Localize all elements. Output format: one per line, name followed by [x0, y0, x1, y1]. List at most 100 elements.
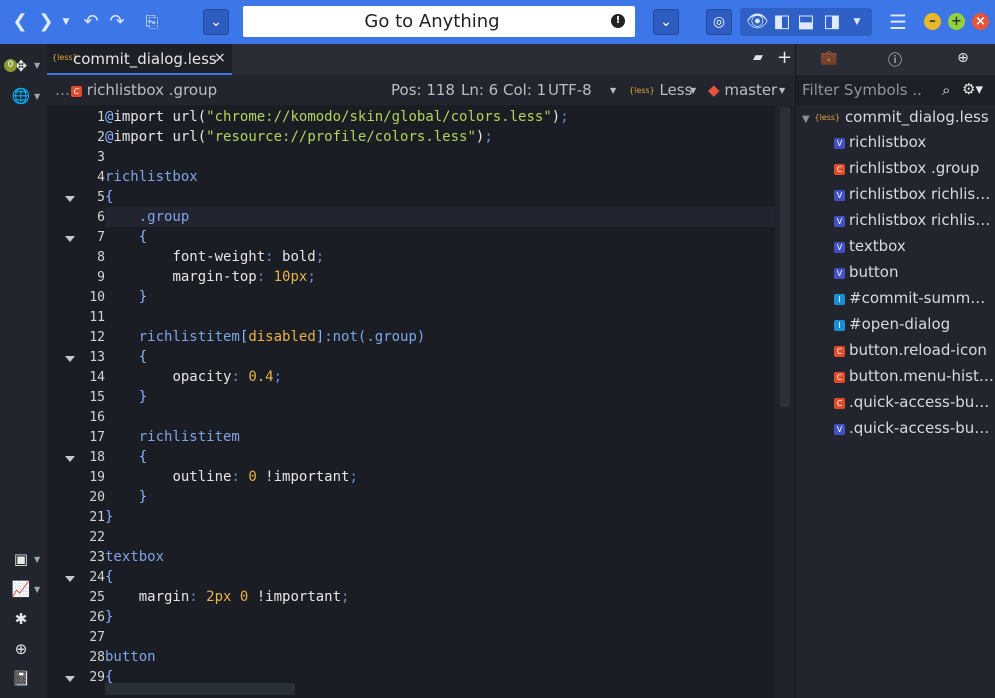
vertical-scrollbar[interactable]: [775, 105, 795, 698]
warning-icon: !: [611, 14, 625, 28]
forward-icon[interactable]: ❯: [36, 10, 56, 34]
symbol-item[interactable]: Cbutton.menu-histo...: [834, 367, 994, 385]
gear-icon[interactable]: ⚙▾: [962, 80, 983, 98]
search-icon[interactable]: ⌕: [942, 81, 950, 99]
symbol-label: richlistbox: [849, 133, 927, 151]
symbol-item[interactable]: Vrichlistbox richlistit...: [834, 211, 994, 229]
chart-icon[interactable]: 📈: [11, 579, 31, 599]
language-selector[interactable]: {less} Less: [629, 81, 692, 99]
chevron-down-icon[interactable]: ▼: [690, 86, 696, 95]
hamburger-menu-icon[interactable]: ☰: [886, 10, 910, 34]
symbol-item[interactable]: Vbutton: [834, 263, 994, 281]
fold-toggle-icon[interactable]: [65, 356, 75, 362]
code-token: ;: [315, 249, 325, 265]
chevron-down-icon[interactable]: ▼: [34, 585, 42, 594]
symbol-label: .quick-access-butt...: [849, 419, 994, 437]
line-number: 25: [89, 590, 105, 605]
fold-toggle-icon[interactable]: [65, 456, 75, 462]
code-area[interactable]: @import url("chrome://komodo/skin/global…: [105, 105, 775, 698]
chevron-down-icon[interactable]: ▼: [610, 86, 616, 95]
symbol-item[interactable]: Vtextbox: [834, 237, 994, 255]
branch-label: master: [724, 81, 778, 99]
bottom-pane-icon[interactable]: ⬓: [796, 10, 816, 34]
new-file-icon[interactable]: ⎘: [140, 10, 164, 34]
symbol-item[interactable]: Crichlistbox .group: [834, 159, 994, 177]
close-tab-icon[interactable]: ×: [214, 50, 226, 66]
code-token: ;: [484, 129, 493, 145]
back-icon[interactable]: ❮: [10, 10, 30, 34]
web-icon[interactable]: ⊕: [11, 639, 31, 659]
regex-icon[interactable]: ✱: [11, 609, 31, 629]
left-pane-icon[interactable]: ◧: [772, 10, 792, 34]
symbol-item[interactable]: Vrichlistbox richlistit...: [834, 185, 994, 203]
goto-dropdown-button[interactable]: ⌄: [203, 9, 229, 35]
code-line: {: [105, 567, 113, 587]
breadcrumb[interactable]: C richlistbox .group: [71, 81, 217, 99]
symbol-label: richlistbox richlistit...: [849, 211, 994, 229]
chevron-down-icon[interactable]: ▼: [779, 86, 785, 95]
filter-symbols-input[interactable]: Filter Symbols ..: [802, 81, 922, 99]
focus-mode-icon[interactable]: 👁: [746, 10, 769, 34]
code-intel-icon[interactable]: ⓘ: [884, 50, 906, 78]
line-number: 24: [89, 570, 105, 585]
chevron-down-icon[interactable]: ▼: [34, 92, 42, 101]
redo-icon[interactable]: ↷: [106, 10, 128, 34]
minimize-icon[interactable]: –: [924, 13, 941, 30]
disk-icon[interactable]: ◎: [706, 9, 732, 35]
line-number: 26: [89, 610, 105, 625]
toolbox-icon[interactable]: 💼: [818, 50, 840, 66]
right-pane-icon[interactable]: ◨: [822, 10, 842, 34]
horizontal-scrollbar[interactable]: [105, 683, 295, 695]
new-tab-icon[interactable]: +: [777, 47, 792, 68]
undo-icon[interactable]: ↶: [80, 10, 102, 34]
go-to-anything-input[interactable]: Go to Anything !: [243, 6, 635, 37]
symbol-item[interactable]: C .quick-access-butt...: [834, 393, 994, 411]
code-token: {: [138, 229, 148, 245]
line-number: 12: [89, 330, 105, 345]
line-number: 5: [97, 190, 105, 205]
ellipsis-icon[interactable]: …: [55, 81, 70, 99]
symbol-root[interactable]: ▼ {less} commit_dialog.less: [802, 108, 989, 126]
tab-commit-dialog[interactable]: {less} commit_dialog.less ×: [47, 44, 232, 75]
chevron-down-icon[interactable]: ▼: [802, 114, 810, 125]
code-token: }: [138, 389, 148, 405]
layout-toggle-group: 👁 ◧ ⬓ ◨ ▼: [740, 8, 872, 36]
symbol-item[interactable]: I #commit-summary: [834, 289, 994, 307]
pin-icon[interactable]: ▰: [753, 50, 763, 65]
symbol-item[interactable]: Vrichlistbox: [834, 133, 994, 151]
code-line: richlistitem: [105, 427, 240, 447]
book-icon[interactable]: 📓: [11, 668, 31, 688]
symbol-item[interactable]: V .quick-access-butt...: [834, 419, 994, 437]
history-dropdown-icon[interactable]: ▼: [60, 10, 72, 34]
fold-toggle-icon[interactable]: [65, 236, 75, 242]
chevron-down-icon[interactable]: ▼: [34, 61, 42, 70]
fold-toggle-icon[interactable]: [65, 676, 75, 682]
globe-icon[interactable]: 🌐: [11, 86, 31, 106]
code-editor[interactable]: 1 2 3 4 5 6 7 8 9 10 11 12 13 14 15 16 17 18 19 20 21 22 23 24 2…: [47, 105, 795, 698]
code-token: 10px: [273, 269, 308, 285]
branch-selector[interactable]: ◆ master: [708, 81, 777, 99]
terminal-icon[interactable]: ▣: [11, 549, 31, 569]
filter-symbols-field[interactable]: Filter Symbols .. ⌕ ⚙▾: [796, 75, 995, 105]
chevron-down-icon[interactable]: ▼: [34, 555, 42, 564]
symbol-item[interactable]: I #open-dialog: [834, 315, 994, 333]
encoding-selector[interactable]: UTF-8: [548, 81, 592, 99]
layout-menu-icon[interactable]: ▼: [850, 10, 864, 34]
compass-icon[interactable]: ⊕: [952, 50, 974, 66]
close-window-icon[interactable]: ×: [972, 13, 989, 30]
fold-toggle-icon[interactable]: [65, 196, 75, 202]
code-token: ;: [349, 469, 358, 485]
goto-options-button[interactable]: ⌄: [653, 9, 679, 35]
code-token: :not(.group): [324, 329, 426, 345]
fold-toggle-icon[interactable]: [65, 576, 75, 582]
code-token: !important: [256, 469, 350, 485]
code-token: 0: [248, 469, 257, 485]
symbol-item[interactable]: Cbutton.reload-icon: [834, 341, 994, 359]
maximize-icon[interactable]: +: [948, 13, 965, 30]
code-line: opacity: 0.4;: [105, 367, 282, 387]
scrollbar-thumb[interactable]: [780, 107, 790, 407]
